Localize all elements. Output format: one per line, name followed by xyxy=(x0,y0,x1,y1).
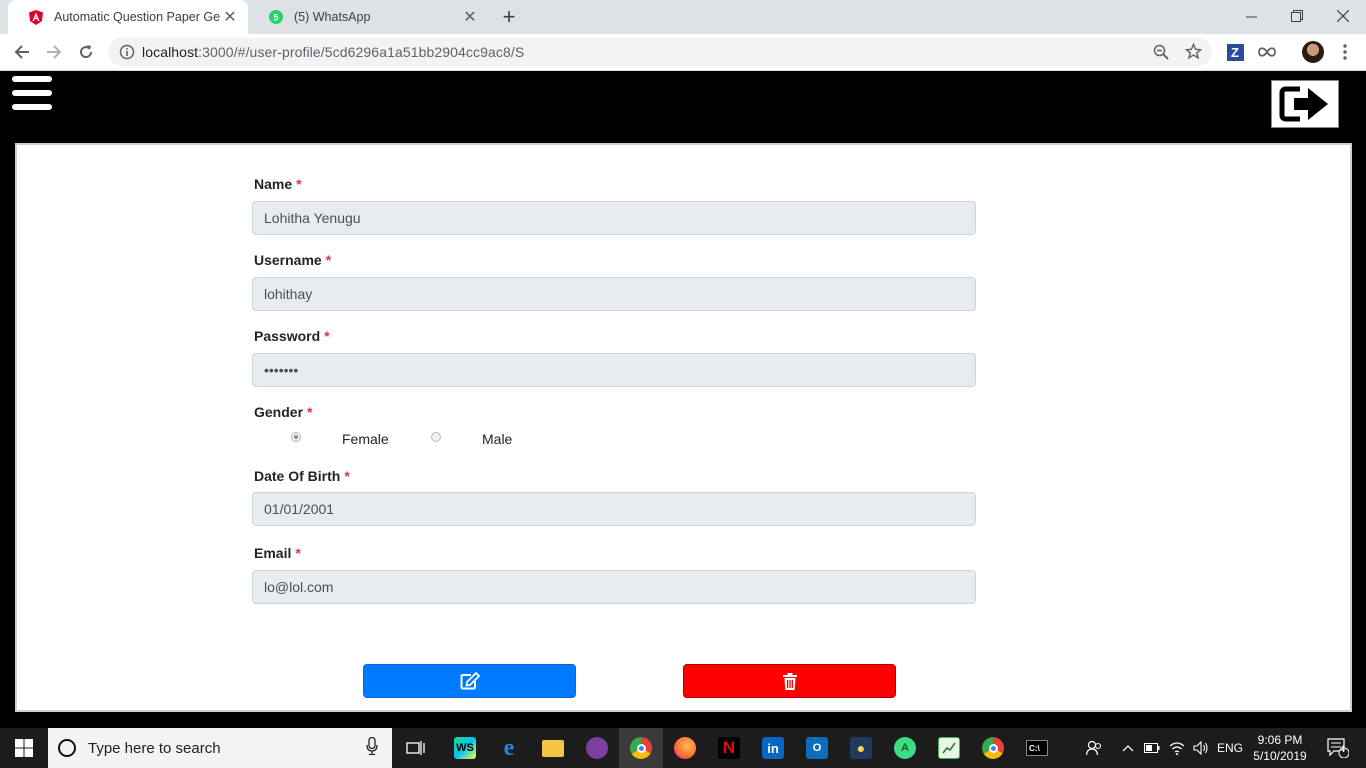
password-label-text: Password xyxy=(254,328,321,344)
tab-whatsapp[interactable]: 5 (5) WhatsApp ✕ xyxy=(248,0,488,34)
forward-icon[interactable] xyxy=(40,38,68,66)
search-placeholder: Type here to search xyxy=(88,739,221,757)
app-header xyxy=(0,71,1366,143)
email-field[interactable] xyxy=(252,570,976,604)
url-text: localhost:3000/#/user-profile/5cd6296a1a… xyxy=(142,44,524,60)
edit-icon xyxy=(460,672,480,690)
svg-text:5: 5 xyxy=(273,13,278,23)
gender-label: Gender * xyxy=(254,404,312,420)
trash-icon xyxy=(782,672,797,690)
restore-icon[interactable] xyxy=(1274,0,1320,32)
menu-icon[interactable] xyxy=(1333,40,1357,64)
hamburger-menu-icon[interactable] xyxy=(12,76,52,110)
dob-label: Date Of Birth * xyxy=(254,468,350,484)
url-path: :3000/#/user-profile/5cd6296a1a51bb2904c… xyxy=(198,44,525,60)
infinity-extension-icon[interactable] xyxy=(1255,40,1279,64)
username-field[interactable] xyxy=(252,277,976,311)
people-icon[interactable] xyxy=(1082,728,1106,768)
minimize-icon[interactable] xyxy=(1228,0,1274,32)
back-icon[interactable] xyxy=(8,38,36,66)
angular-icon xyxy=(28,9,44,25)
tab-title: (5) WhatsApp xyxy=(294,10,371,24)
username-label: Username * xyxy=(254,252,331,268)
password-label: Password * xyxy=(254,328,330,344)
close-window-icon[interactable] xyxy=(1320,0,1366,32)
profile-avatar[interactable] xyxy=(1301,40,1325,64)
language-indicator[interactable]: ENG xyxy=(1214,728,1246,768)
z-extension-icon[interactable]: Z xyxy=(1223,40,1247,64)
info-icon[interactable] xyxy=(119,44,135,65)
task-view-icon[interactable] xyxy=(394,728,438,768)
tips-lightbulb-icon[interactable]: ● xyxy=(839,728,883,768)
required-mark: * xyxy=(344,468,350,484)
close-tab-icon[interactable]: ✕ xyxy=(460,7,480,27)
webstorm-icon[interactable]: WS xyxy=(443,728,487,768)
dob-label-text: Date Of Birth xyxy=(254,468,341,484)
name-label: Name * xyxy=(254,176,302,192)
email-label: Email * xyxy=(254,545,301,561)
gender-label-text: Gender xyxy=(254,404,304,420)
chart-app-icon[interactable] xyxy=(927,728,971,768)
chevron-up-icon[interactable] xyxy=(1118,728,1138,768)
gender-male-radio[interactable] xyxy=(431,432,441,442)
github-desktop-icon[interactable] xyxy=(575,728,619,768)
address-bar[interactable]: localhost:3000/#/user-profile/5cd6296a1a… xyxy=(108,38,1212,66)
required-mark: * xyxy=(325,252,332,268)
logout-button[interactable] xyxy=(1271,80,1339,128)
date-of-birth-field[interactable] xyxy=(252,492,976,526)
star-icon[interactable] xyxy=(1184,42,1203,65)
url-host: localhost xyxy=(142,44,199,60)
outlook-icon[interactable]: O xyxy=(795,728,839,768)
linkedin-icon[interactable]: in xyxy=(751,728,795,768)
browser-toolbar: localhost:3000/#/user-profile/5cd6296a1a… xyxy=(0,34,1366,71)
wifi-icon[interactable] xyxy=(1166,728,1188,768)
android-studio-icon[interactable]: A xyxy=(883,728,927,768)
chrome-icon[interactable] xyxy=(619,728,663,768)
reload-icon[interactable] xyxy=(72,38,100,66)
close-tab-icon[interactable]: ✕ xyxy=(220,7,240,27)
tab-title: Automatic Question Paper Gener xyxy=(54,10,220,24)
action-center-icon[interactable]: 4 xyxy=(1320,728,1356,768)
browser-tab-strip: Automatic Question Paper Gener ✕ 5 (5) W… xyxy=(0,0,1366,34)
new-tab-button[interactable]: + xyxy=(496,4,522,29)
clock-time: 9:06 PM xyxy=(1257,733,1303,747)
required-mark: * xyxy=(307,404,313,420)
netflix-icon[interactable]: N xyxy=(707,728,751,768)
user-profile-card: Name* Username* Password* Gender* Female… xyxy=(15,143,1352,712)
edge-browser-icon[interactable]: e xyxy=(487,728,531,768)
tab-question-paper[interactable]: Automatic Question Paper Gener ✕ xyxy=(8,0,248,34)
required-mark: * xyxy=(295,545,301,561)
password-field[interactable] xyxy=(252,353,976,387)
email-label-text: Email xyxy=(254,545,292,561)
windows-taskbar: Type here to search WS e N in O ● A C:\ … xyxy=(0,728,1366,768)
required-mark: * xyxy=(324,328,330,344)
whatsapp-icon: 5 xyxy=(268,9,284,25)
microphone-icon[interactable] xyxy=(366,736,378,760)
name-field[interactable] xyxy=(252,201,976,235)
firefox-icon[interactable] xyxy=(663,728,707,768)
volume-icon[interactable] xyxy=(1190,728,1212,768)
command-prompt-icon[interactable]: C:\ xyxy=(1015,728,1059,768)
notification-count: 4 xyxy=(1340,744,1346,754)
username-label-text: Username xyxy=(254,252,322,268)
file-explorer-icon[interactable] xyxy=(531,728,575,768)
clock-date: 5/10/2019 xyxy=(1253,749,1307,763)
delete-profile-button[interactable] xyxy=(683,664,896,698)
windows-start-icon[interactable] xyxy=(0,728,48,768)
name-label-text: Name xyxy=(254,176,293,192)
cortana-icon xyxy=(58,739,76,757)
zoom-icon[interactable] xyxy=(1153,44,1169,65)
required-mark: * xyxy=(296,176,302,192)
gender-male-label: Male xyxy=(482,431,513,447)
logout-icon xyxy=(1279,86,1328,122)
system-clock[interactable]: 9:06 PM 5/10/2019 xyxy=(1250,732,1310,764)
taskbar-search-box[interactable]: Type here to search xyxy=(48,728,392,768)
battery-icon[interactable] xyxy=(1142,728,1162,768)
chrome-secondary-icon[interactable] xyxy=(971,728,1015,768)
edit-profile-button[interactable] xyxy=(363,664,576,698)
gender-female-radio[interactable] xyxy=(291,432,301,442)
gender-female-label: Female xyxy=(342,431,389,447)
